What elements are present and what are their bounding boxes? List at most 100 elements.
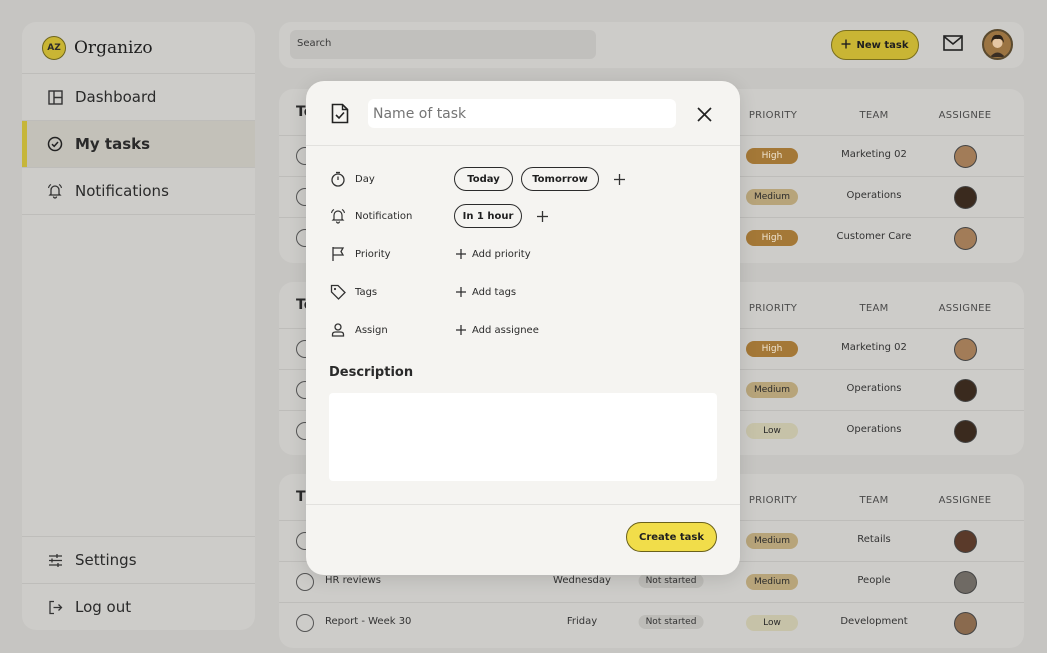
col-header-assignee: ASSIGNEE xyxy=(938,495,992,506)
assignee-avatar[interactable] xyxy=(954,612,977,635)
priority-badge: High xyxy=(746,148,798,164)
chip-in-1-hour[interactable]: In 1 hour xyxy=(454,204,522,228)
add-notification-plus-icon[interactable] xyxy=(535,209,549,223)
property-label: Assign xyxy=(355,324,388,336)
col-header-team: TEAM xyxy=(859,303,889,314)
sidebar-item-dashboard[interactable]: Dashboard xyxy=(22,74,255,121)
plus-icon xyxy=(456,325,466,335)
assignee-avatar[interactable] xyxy=(954,186,977,209)
brand[interactable]: AZ Organizo xyxy=(22,22,255,74)
tag-icon xyxy=(329,283,347,301)
sidebar-item-label: Notifications xyxy=(75,182,169,200)
sidebar-item-label: Log out xyxy=(75,598,132,616)
property-label: Priority xyxy=(355,248,391,260)
sliders-icon xyxy=(46,551,64,569)
priority-badge: Medium xyxy=(746,533,798,549)
assignee-avatar[interactable] xyxy=(954,530,977,553)
add-tags-link[interactable]: Add tags xyxy=(456,284,516,300)
dashboard-icon xyxy=(46,88,64,106)
priority-badge: Medium xyxy=(746,382,798,398)
bell-icon xyxy=(46,182,64,200)
col-header-assignee: ASSIGNEE xyxy=(938,303,992,314)
plus-icon xyxy=(456,287,466,297)
task-name-input[interactable] xyxy=(368,99,676,128)
new-task-modal: Day Today Tomorrow Notification In 1 hou… xyxy=(306,81,740,575)
chip-today[interactable]: Today xyxy=(454,167,513,191)
status-badge: Not started xyxy=(638,574,704,588)
create-task-button[interactable]: Create task xyxy=(626,522,717,552)
stopwatch-icon xyxy=(329,170,347,188)
add-assignee-link[interactable]: Add assignee xyxy=(456,322,539,338)
add-priority-label: Add priority xyxy=(472,248,531,260)
description-label: Description xyxy=(329,365,414,380)
user-avatar[interactable] xyxy=(982,29,1013,60)
description-textarea[interactable] xyxy=(329,393,717,481)
add-day-plus-icon[interactable] xyxy=(612,172,626,186)
sidebar-item-label: My tasks xyxy=(75,135,151,153)
chip-tomorrow[interactable]: Tomorrow xyxy=(521,167,599,191)
sidebar-item-my-tasks[interactable]: My tasks xyxy=(22,121,255,168)
col-header-priority: PRIORITY xyxy=(748,110,798,121)
property-tags: Tags xyxy=(329,282,377,302)
search-input[interactable]: Search xyxy=(290,30,596,59)
assignee-avatar[interactable] xyxy=(954,145,977,168)
col-header-team: TEAM xyxy=(859,110,889,121)
col-header-priority: PRIORITY xyxy=(748,495,798,506)
logout-icon xyxy=(46,598,64,616)
team-cell: Customer Care xyxy=(836,231,912,242)
col-header-team: TEAM xyxy=(859,495,889,506)
col-header-priority: PRIORITY xyxy=(748,303,798,314)
assignee-avatar[interactable] xyxy=(954,338,977,361)
priority-badge: High xyxy=(746,230,798,246)
new-task-button[interactable]: New task xyxy=(831,30,919,60)
add-tags-label: Add tags xyxy=(472,286,517,298)
table-row[interactable]: Report - Week 30 Friday Not started Low … xyxy=(279,602,1024,643)
priority-badge: Medium xyxy=(746,574,798,590)
property-assign: Assign xyxy=(329,320,388,340)
day-cell: Friday xyxy=(566,616,598,627)
property-notification: Notification xyxy=(329,206,412,226)
complete-checkbox[interactable] xyxy=(296,573,314,591)
sidebar-item-label: Dashboard xyxy=(75,88,157,106)
app-root: AZ Organizo Dashboard My tasks Notificat… xyxy=(0,0,1047,653)
complete-checkbox[interactable] xyxy=(296,614,314,632)
sidebar: AZ Organizo Dashboard My tasks Notificat… xyxy=(22,22,255,630)
close-icon[interactable] xyxy=(694,104,714,124)
assignee-avatar[interactable] xyxy=(954,420,977,443)
assignee-avatar[interactable] xyxy=(954,571,977,594)
bell-icon xyxy=(329,207,347,225)
team-cell: Development xyxy=(840,616,908,627)
priority-badge: High xyxy=(746,341,798,357)
property-label: Day xyxy=(355,173,375,185)
task-name[interactable]: Report - Week 30 xyxy=(325,616,411,627)
topbar: Search New task xyxy=(279,22,1024,68)
priority-badge: Medium xyxy=(746,189,798,205)
priority-badge: Low xyxy=(746,423,798,439)
add-assignee-label: Add assignee xyxy=(472,324,539,336)
mail-icon[interactable] xyxy=(943,35,963,55)
sidebar-item-label: Settings xyxy=(75,551,137,569)
assignee-avatar[interactable] xyxy=(954,227,977,250)
sidebar-item-notifications[interactable]: Notifications xyxy=(22,168,255,215)
assignee-avatar[interactable] xyxy=(954,379,977,402)
team-cell: Operations xyxy=(846,190,902,201)
team-cell: Operations xyxy=(846,383,902,394)
task-name[interactable]: HR reviews xyxy=(325,575,381,586)
modal-header xyxy=(306,81,740,146)
add-priority-link[interactable]: Add priority xyxy=(456,246,531,262)
property-priority: Priority xyxy=(329,244,391,264)
sidebar-bottom: Settings Log out xyxy=(22,536,255,630)
sidebar-item-logout[interactable]: Log out xyxy=(22,583,255,630)
property-label: Tags xyxy=(355,286,378,298)
property-label: Notification xyxy=(355,210,413,222)
check-circle-icon xyxy=(46,135,64,153)
day-cell: Wednesday xyxy=(553,575,611,586)
plus-icon xyxy=(841,39,851,52)
logo-icon: AZ xyxy=(42,35,66,60)
new-task-label: New task xyxy=(856,39,909,51)
sidebar-item-settings[interactable]: Settings xyxy=(22,536,255,583)
team-cell: Operations xyxy=(846,424,902,435)
team-cell: Marketing 02 xyxy=(841,342,907,353)
flag-icon xyxy=(329,245,347,263)
property-day: Day xyxy=(329,169,375,189)
